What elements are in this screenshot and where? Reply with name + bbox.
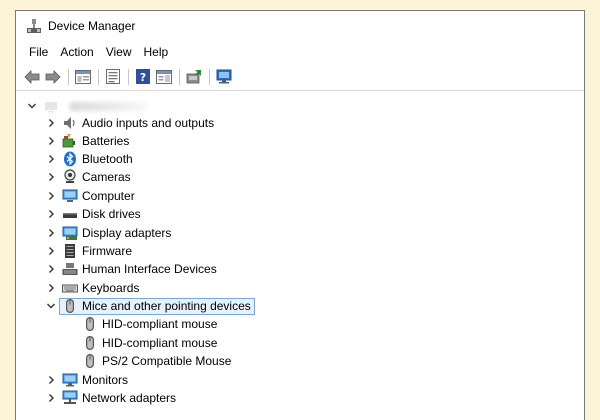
back-icon[interactable]: [22, 67, 42, 87]
network-adapter-icon: [62, 390, 78, 406]
category-mice-and-other-pointing-devices[interactable]: Mice and other pointing devices: [16, 297, 584, 315]
toolbar-separator: [209, 68, 210, 85]
window-title: Device Manager: [48, 19, 136, 33]
hid-icon: [62, 261, 78, 277]
device-tree: Audio inputs and outputs Batteries Bluet…: [16, 96, 584, 420]
disk-drive-icon: [62, 206, 78, 222]
display-adapter-icon: [62, 225, 78, 241]
chevron-down-icon[interactable]: [26, 100, 38, 112]
toolbar-separator: [68, 68, 69, 85]
category-label: Audio inputs and outputs: [82, 116, 215, 131]
category-firmware[interactable]: Firmware: [16, 242, 584, 260]
help-icon[interactable]: ?: [133, 67, 153, 87]
menu-view[interactable]: View: [101, 43, 137, 61]
mouse-icon: [82, 335, 98, 351]
category-label: Display adapters: [82, 225, 172, 240]
menu-bar: File Action View Help: [16, 41, 584, 63]
battery-icon: [62, 133, 78, 149]
category-label: Human Interface Devices: [82, 262, 217, 277]
device-hid-compliant-mouse-2[interactable]: HID-compliant mouse: [16, 334, 584, 352]
firmware-icon: [62, 243, 78, 259]
category-label: Monitors: [82, 372, 129, 387]
chevron-right-icon[interactable]: [45, 171, 57, 183]
toolbar: ?: [16, 63, 584, 91]
chevron-right-icon[interactable]: [45, 190, 57, 202]
category-label: Firmware: [82, 243, 132, 258]
device-hid-compliant-mouse-1[interactable]: HID-compliant mouse: [16, 315, 584, 333]
monitor-icon: [62, 372, 78, 388]
category-label: Network adapters: [82, 391, 177, 406]
chevron-right-icon[interactable]: [45, 135, 57, 147]
category-keyboards[interactable]: Keyboards: [16, 279, 584, 297]
toolbar-separator: [128, 68, 129, 85]
category-label: Cameras: [82, 170, 131, 185]
category-label: Batteries: [82, 133, 130, 148]
chevron-right-icon[interactable]: [45, 208, 57, 220]
category-computer[interactable]: Computer: [16, 187, 584, 205]
menu-action[interactable]: Action: [55, 43, 98, 61]
chevron-right-icon[interactable]: [45, 117, 57, 129]
category-disk-drives[interactable]: Disk drives: [16, 205, 584, 223]
chevron-down-icon[interactable]: [45, 300, 57, 312]
selected-item[interactable]: Mice and other pointing devices: [59, 297, 255, 315]
category-cameras[interactable]: Cameras: [16, 168, 584, 186]
category-label: Bluetooth: [82, 151, 133, 166]
keyboard-icon: [62, 280, 78, 296]
camera-icon: [62, 169, 78, 185]
device-label: PS/2 Compatible Mouse: [102, 354, 232, 369]
svg-text:?: ?: [140, 71, 146, 84]
menu-file[interactable]: File: [24, 43, 53, 61]
forward-icon[interactable]: [43, 67, 63, 87]
update-driver-icon[interactable]: [184, 67, 204, 87]
device-label: HID-compliant mouse: [102, 317, 218, 332]
category-human-interface-devices[interactable]: Human Interface Devices: [16, 260, 584, 278]
chevron-right-icon[interactable]: [45, 153, 57, 165]
chevron-right-icon[interactable]: [45, 227, 57, 239]
device-manager-icon: [26, 18, 42, 34]
properties-icon[interactable]: [103, 67, 123, 87]
speaker-icon: [62, 115, 78, 131]
category-network-adapters[interactable]: Network adapters: [16, 389, 584, 407]
redacted-computer-name: [69, 101, 149, 111]
action-pane-icon[interactable]: [154, 67, 174, 87]
category-monitors[interactable]: Monitors: [16, 370, 584, 388]
menu-help[interactable]: Help: [139, 43, 174, 61]
bluetooth-icon: [62, 151, 78, 167]
device-label: HID-compliant mouse: [102, 335, 218, 350]
chevron-right-icon[interactable]: [45, 374, 57, 386]
show-hide-tree-icon[interactable]: [73, 67, 93, 87]
toolbar-separator: [98, 68, 99, 85]
category-display-adapters[interactable]: Display adapters: [16, 223, 584, 241]
scan-hardware-icon[interactable]: [214, 67, 234, 87]
category-bluetooth[interactable]: Bluetooth: [16, 150, 584, 168]
device-manager-window: Device Manager File Action View Help ? A…: [15, 10, 585, 420]
device-ps2-compatible-mouse[interactable]: PS/2 Compatible Mouse: [16, 352, 584, 370]
category-audio-inputs-and-outputs[interactable]: Audio inputs and outputs: [16, 115, 584, 131]
mouse-icon: [62, 298, 78, 314]
category-label: Disk drives: [82, 207, 141, 222]
mouse-icon: [82, 353, 98, 369]
category-label: Computer: [82, 188, 135, 203]
category-label: Keyboards: [82, 280, 140, 295]
chevron-right-icon[interactable]: [45, 245, 57, 257]
category-batteries[interactable]: Batteries: [16, 131, 584, 149]
category-label: Mice and other pointing devices: [82, 299, 251, 314]
toolbar-separator: [179, 68, 180, 85]
tree-root[interactable]: [16, 97, 584, 115]
mouse-icon: [82, 316, 98, 332]
chevron-right-icon[interactable]: [45, 263, 57, 275]
chevron-right-icon[interactable]: [45, 392, 57, 404]
computer-root-icon: [43, 98, 59, 114]
computer-icon: [62, 188, 78, 204]
title-bar[interactable]: Device Manager: [16, 11, 584, 41]
chevron-right-icon[interactable]: [45, 282, 57, 294]
